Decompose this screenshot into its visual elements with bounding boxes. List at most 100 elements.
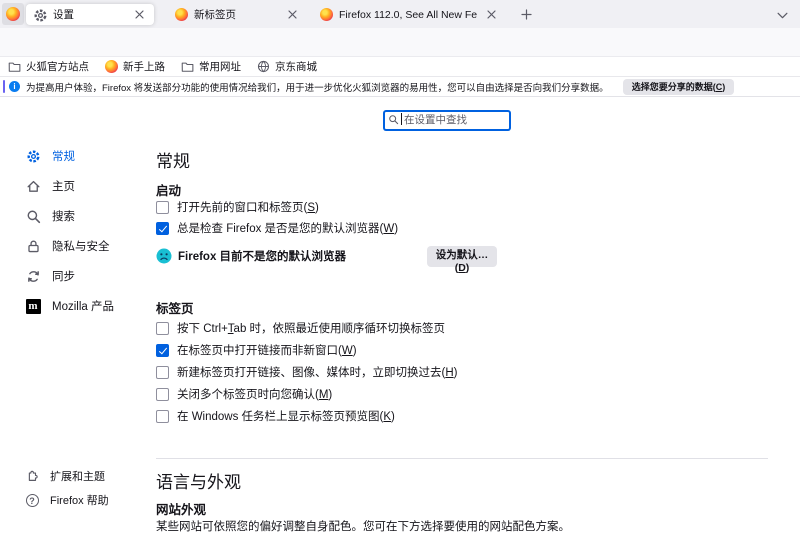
navigation-toolbar: Firefox about:preferences bbox=[0, 28, 800, 57]
sidebar-category-label: 隐私与安全 bbox=[52, 238, 110, 254]
bookmark-item[interactable]: 新手上路 bbox=[105, 59, 165, 74]
website-appearance-heading: 网站外观 bbox=[156, 499, 206, 518]
startup-heading: 启动 bbox=[156, 180, 181, 199]
sidebar-footer-link[interactable]: 扩展和主题 bbox=[25, 467, 150, 485]
new-tab-button[interactable] bbox=[515, 4, 537, 26]
checkbox[interactable] bbox=[156, 201, 169, 214]
checkbox[interactable] bbox=[156, 222, 169, 235]
close-icon[interactable] bbox=[131, 7, 147, 23]
tabs-section-heading: 标签页 bbox=[156, 298, 194, 317]
settings-search bbox=[384, 110, 510, 129]
firefox-icon bbox=[105, 60, 118, 73]
sidebar-footer-label: Firefox 帮助 bbox=[50, 492, 109, 508]
not-default-sad-face-icon bbox=[156, 248, 172, 264]
tab-strip: 设置 新标签页 Firefox 112.0, See All New Fe bbox=[0, 0, 800, 28]
gear-icon bbox=[25, 148, 41, 164]
startup-checkbox-group: 打开先前的窗口和标签页(S) 总是检查 Firefox 是否是您的默认浏览器(W… bbox=[156, 200, 398, 235]
search-input[interactable] bbox=[384, 111, 510, 130]
help-icon: ? bbox=[25, 493, 39, 507]
lock-icon bbox=[25, 238, 41, 254]
sidebar-category-label: 主页 bbox=[52, 178, 75, 194]
bookmark-item[interactable]: 火狐官方站点 bbox=[8, 59, 89, 74]
checkbox-label: 在标签页中打开链接而非新窗口(W) bbox=[177, 342, 357, 358]
sidebar-category[interactable]: 同步 bbox=[25, 266, 150, 286]
bookmark-item[interactable]: 京东商城 bbox=[257, 59, 317, 74]
firefox-icon bbox=[319, 8, 333, 22]
firefox-logo-icon bbox=[6, 7, 20, 21]
sidebar-category[interactable]: 搜索 bbox=[25, 206, 150, 226]
bookmark-label: 火狐官方站点 bbox=[26, 59, 89, 74]
default-browser-status-text: Firefox 目前不是您的默认浏览器 bbox=[178, 248, 346, 264]
close-icon[interactable] bbox=[284, 7, 300, 23]
browser-tab[interactable]: 设置 bbox=[26, 4, 154, 25]
sidebar-category[interactable]: 主页 bbox=[25, 176, 150, 196]
sidebar-category-label: 搜索 bbox=[52, 208, 75, 224]
bookmarks-toolbar: 火狐官方站点 新手上路 常用网址 京东商城 bbox=[0, 57, 800, 76]
checkbox-label: 在 Windows 任务栏上显示标签页预览图(K) bbox=[177, 408, 395, 424]
search-icon bbox=[388, 114, 399, 125]
checkbox-row[interactable]: 总是检查 Firefox 是否是您的默认浏览器(W) bbox=[156, 221, 398, 235]
search-icon bbox=[25, 208, 41, 224]
checkbox[interactable] bbox=[156, 366, 169, 379]
checkbox-label: 总是检查 Firefox 是否是您的默认浏览器(W) bbox=[177, 220, 398, 236]
globe-icon bbox=[257, 60, 270, 73]
checkbox[interactable] bbox=[156, 344, 169, 357]
sidebar-category[interactable]: 隐私与安全 bbox=[25, 236, 150, 256]
tabs-checkbox-group: 按下 Ctrl+Tab 时，依照最近使用顺序循环切换标签页 在标签页中打开链接而… bbox=[156, 321, 457, 423]
text-caret bbox=[401, 113, 402, 125]
extensions-icon bbox=[25, 469, 39, 483]
sidebar-category-label: 常规 bbox=[52, 148, 75, 164]
choose-shared-data-button[interactable]: 选择您要分享的数据(C) bbox=[623, 79, 735, 95]
firefox-window: 设置 新标签页 Firefox 112.0, See All New Fe bbox=[0, 0, 800, 533]
sidebar-category-label: Mozilla 产品 bbox=[52, 298, 114, 314]
section-divider bbox=[156, 458, 768, 459]
default-browser-status: Firefox 目前不是您的默认浏览器 bbox=[156, 248, 346, 264]
checkbox-label: 新建标签页打开链接、图像、媒体时，立即切换过去(H) bbox=[177, 364, 457, 380]
close-icon[interactable] bbox=[483, 7, 499, 23]
tab-title: 设置 bbox=[53, 7, 125, 22]
folder-icon bbox=[8, 60, 21, 73]
checkbox-row[interactable]: 在标签页中打开链接而非新窗口(W) bbox=[156, 343, 457, 357]
checkbox[interactable] bbox=[156, 410, 169, 423]
bookmark-label: 新手上路 bbox=[123, 59, 165, 74]
sidebar-category[interactable]: m Mozilla 产品 bbox=[25, 296, 150, 316]
checkbox[interactable] bbox=[156, 388, 169, 401]
checkbox-row[interactable]: 打开先前的窗口和标签页(S) bbox=[156, 200, 398, 214]
gear-icon bbox=[33, 8, 47, 22]
home-icon bbox=[25, 178, 41, 194]
tab-list: 设置 新标签页 Firefox 112.0, See All New Fe bbox=[26, 4, 537, 25]
set-default-button[interactable]: 设为默认…(D) bbox=[427, 246, 497, 267]
sidebar-category-label: 同步 bbox=[52, 268, 75, 284]
tab-title: 新标签页 bbox=[194, 7, 278, 22]
tab-title: Firefox 112.0, See All New Fe bbox=[339, 9, 477, 21]
browser-tab[interactable]: Firefox 112.0, See All New Fe bbox=[312, 4, 506, 25]
language-appearance-title: 语言与外观 bbox=[156, 468, 241, 493]
checkbox-row[interactable]: 新建标签页打开链接、图像、媒体时，立即切换过去(H) bbox=[156, 365, 457, 379]
bookmark-item[interactable]: 常用网址 bbox=[181, 59, 241, 74]
mozilla-icon: m bbox=[25, 298, 41, 314]
checkbox-row[interactable]: 在 Windows 任务栏上显示标签页预览图(K) bbox=[156, 409, 457, 423]
sidebar-category[interactable]: 常规 bbox=[25, 146, 150, 166]
checkbox-row[interactable]: 关闭多个标签页时向您确认(M) bbox=[156, 387, 457, 401]
firefox-app-button[interactable] bbox=[2, 3, 24, 25]
firefox-icon bbox=[174, 8, 188, 22]
infobar-message: 为提高用户体验，Firefox 将发送部分功能的使用情况给我们，用于进一步优化火… bbox=[26, 80, 609, 94]
checkbox-label: 打开先前的窗口和标签页(S) bbox=[177, 199, 319, 215]
bookmark-label: 常用网址 bbox=[199, 59, 241, 74]
sidebar-footer: 扩展和主题 ? Firefox 帮助 bbox=[25, 467, 150, 509]
bookmark-label: 京东商城 bbox=[275, 59, 317, 74]
data-sharing-infobar: 为提高用户体验，Firefox 将发送部分功能的使用情况给我们，用于进一步优化火… bbox=[0, 76, 800, 97]
browser-tab[interactable]: 新标签页 bbox=[167, 4, 307, 25]
folder-icon bbox=[181, 60, 194, 73]
checkbox[interactable] bbox=[156, 322, 169, 335]
checkbox-row[interactable]: 按下 Ctrl+Tab 时，依照最近使用顺序循环切换标签页 bbox=[156, 321, 457, 335]
sidebar-footer-label: 扩展和主题 bbox=[50, 468, 105, 484]
checkbox-label: 关闭多个标签页时向您确认(M) bbox=[177, 386, 332, 402]
list-all-tabs-button[interactable] bbox=[772, 6, 792, 24]
sync-icon bbox=[25, 268, 41, 284]
website-appearance-description: 某些网站可依照您的偏好调整自身配色。您可在下方选择要使用的网站配色方案。 bbox=[156, 518, 570, 533]
infobar-accent bbox=[3, 80, 5, 93]
info-icon bbox=[9, 81, 20, 92]
sidebar-footer-link[interactable]: ? Firefox 帮助 bbox=[25, 491, 150, 509]
settings-sidebar: 常规 主页 搜索 隐私与安全 同步 m M bbox=[25, 146, 150, 316]
